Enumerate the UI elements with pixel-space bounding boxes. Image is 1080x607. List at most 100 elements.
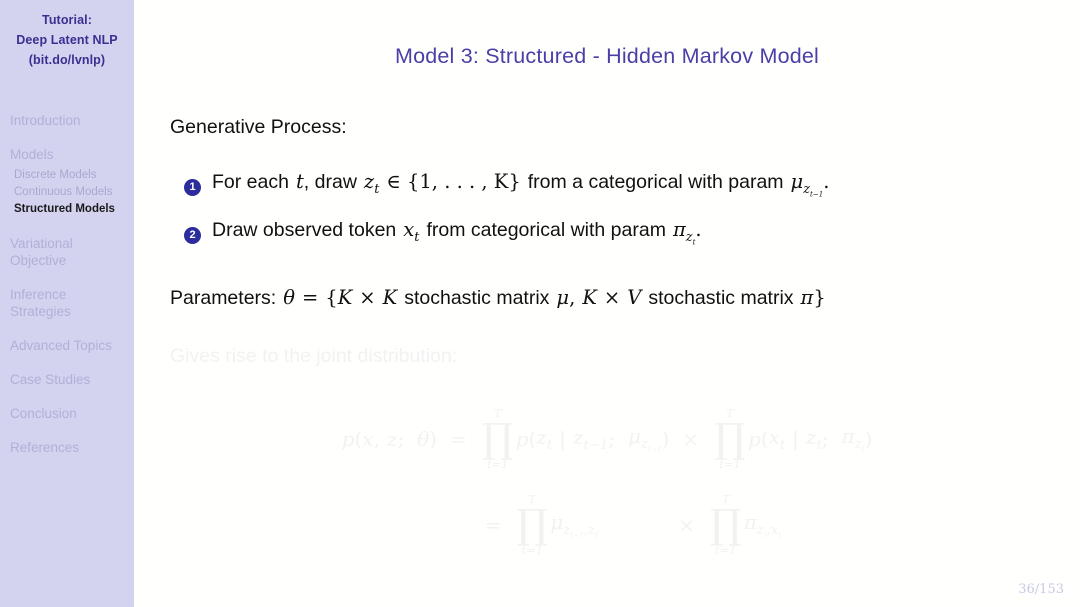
eq2-prod1-symbol: ∏ <box>516 502 549 548</box>
sidebar-item-structured-models[interactable]: Structured Models <box>0 201 134 218</box>
sidebar-item-label: Introduction <box>10 113 81 128</box>
parameters-k3: K <box>582 286 597 309</box>
parameters-equals: = <box>301 286 319 309</box>
eq2-product-2: T ∏ t=1 <box>709 492 742 557</box>
eq2-equals: = <box>484 513 502 537</box>
sidebar-item-case-studies[interactable]: Case Studies <box>0 371 134 388</box>
equation-line-1: p(x, z; θ) = T ∏ t=1 p(zt | zt−1; μzt−1) × T ∏ … <box>134 396 1080 482</box>
eq2-pi: πzt,xt <box>743 510 782 540</box>
eq2-term-1: μzt−1,zt <box>550 510 598 540</box>
parameters-close-brace: } <box>813 286 826 309</box>
item1-var-t: t <box>295 170 304 193</box>
eq1-theta: θ <box>417 427 430 451</box>
list-item: 2 Draw observed token xt from categorical … <box>184 218 702 246</box>
slide-content: Model 3: Structured - Hidden Markov Mode… <box>134 0 1080 607</box>
sidebar-title-line-3: (bit.do/lvnlp) <box>28 53 106 67</box>
sidebar-item-advanced-topics[interactable]: Advanced Topics <box>0 337 134 354</box>
sidebar-subitem-label: Discrete Models <box>14 169 97 181</box>
sidebar-item-inference-strategies[interactable]: Inference Strategies <box>0 286 134 320</box>
equation-line-2: = T ∏ t=1 μzt−1,zt × T ∏ t=1 πzt,xt <box>134 482 1080 568</box>
page-title: Model 3: Structured - Hidden Markov Mode… <box>394 44 820 68</box>
item1-var-z: zt <box>363 170 380 197</box>
parameters-stochastic-1: stochastic matrix <box>404 287 550 309</box>
parameters-line: Parameters: θ = {K × Kstochastic matrix μ, K × Vs… <box>170 286 826 310</box>
eq1-p: p <box>341 427 355 451</box>
sidebar-item-label: References <box>10 440 80 455</box>
sidebar-item-label: Conclusion <box>10 406 77 421</box>
parameters-comma: , <box>569 286 576 309</box>
eq1-semicolon-3: ; <box>821 426 829 451</box>
parameters-times-1: × <box>359 286 376 309</box>
item1-text-a: For each <box>212 171 289 193</box>
sidebar-item-label: Case Studies <box>10 372 91 387</box>
eq1-x: x <box>362 427 374 451</box>
page-number: 36/153 <box>1018 582 1064 597</box>
parameters-k2: K <box>382 286 398 309</box>
item1-set-membership: ∈ {1, . . . , K} <box>386 170 521 193</box>
list-bullet-1: 1 <box>184 179 201 196</box>
sidebar-subgroup-models: Discrete Models Continuous Models Struct… <box>0 167 134 218</box>
item1-text-b: , draw <box>303 171 357 193</box>
sidebar-item-label: Variational <box>10 236 73 251</box>
joint-distribution-equations: p(x, z; θ) = T ∏ t=1 p(zt | zt−1; μzt−1) × T ∏ … <box>134 396 1080 568</box>
sidebar-item-models[interactable]: Models <box>0 146 134 163</box>
eq1-prod2-lower: t=1 <box>719 457 741 471</box>
eq1-close-paren-3: ) <box>864 426 873 451</box>
sidebar-item-variational-objective[interactable]: Variational Objective <box>0 235 134 269</box>
sidebar-title: Tutorial: Deep Latent NLP (bit.do/lvnlp) <box>0 0 134 70</box>
eq1-open-paren: ( <box>354 427 363 451</box>
eq1-prod2-symbol: ∏ <box>714 416 746 462</box>
eq2-times-wrap: × <box>598 513 708 537</box>
eq1-equals: = <box>450 427 467 451</box>
eq1-times: × <box>682 426 700 451</box>
sidebar-item-label-2: Objective <box>10 253 67 268</box>
eq1-mid-1: | <box>559 426 566 451</box>
list-bullet-2: 2 <box>184 227 201 244</box>
parameters-k1: K <box>337 286 353 309</box>
parameters-open-brace: { <box>325 286 338 309</box>
sidebar-subitem-label: Continuous Models <box>14 186 113 198</box>
parameters-pi: π <box>800 286 814 309</box>
item1-period: . <box>823 170 830 193</box>
eq1-pi: πzt <box>841 424 865 454</box>
sidebar: Tutorial: Deep Latent NLP (bit.do/lvnlp)… <box>0 0 134 607</box>
item2-text-b: from categorical with param <box>426 219 666 241</box>
parameters-stochastic-2: stochastic matrix <box>648 287 794 309</box>
eq1-comma: , <box>373 427 380 451</box>
item2-text-a: Draw observed token <box>212 219 397 241</box>
eq2-prod2-lower: t=1 <box>715 543 737 557</box>
sidebar-item-discrete-models[interactable]: Discrete Models <box>0 167 134 184</box>
sidebar-item-references[interactable]: References <box>0 439 134 456</box>
item1-param-mu: μzt−1 <box>790 170 824 199</box>
eq1-term-2: p(xt | zt; πzt) <box>748 424 872 454</box>
eq1-open-paren-3: ( <box>760 426 769 451</box>
parameters-theta: θ <box>283 286 295 309</box>
sidebar-item-introduction[interactable]: Introduction <box>0 112 134 129</box>
list-item-text: For each t, draw zt ∈ {1, . . . , K} from a … <box>212 170 829 198</box>
eq2-product-1: T ∏ t=1 <box>516 492 549 557</box>
eq1-mu: μzt−1 <box>627 424 662 454</box>
sidebar-subitem-label: Structured Models <box>14 203 115 215</box>
sidebar-item-continuous-models[interactable]: Continuous Models <box>0 184 134 201</box>
eq1-xt: xt <box>768 424 786 453</box>
eq2-mu: μzt−1,zt <box>550 510 598 540</box>
sidebar-nav: Introduction Models Discrete Models Cont… <box>0 112 134 456</box>
equation-line-2-lhs: = <box>433 513 515 537</box>
sidebar-item-label-2: Strategies <box>10 304 71 319</box>
eq1-product-2: T ∏ t=1 <box>714 406 746 471</box>
eq1-semicolon: ; <box>397 427 405 451</box>
parameters-v: V <box>627 286 642 309</box>
sidebar-title-line-1: Tutorial: <box>42 13 92 27</box>
eq1-prod1-symbol: ∏ <box>481 416 514 462</box>
sidebar-title-line-2: Deep Latent NLP <box>16 33 118 47</box>
joint-distribution-note: Gives rise to the joint distribution: <box>170 345 458 367</box>
eq1-z: z <box>386 427 398 451</box>
eq2-prod1-lower: t=1 <box>521 543 544 557</box>
eq1-zt: zt <box>536 424 553 453</box>
eq1-close-paren: ) <box>429 427 438 451</box>
eq2-prod2-symbol: ∏ <box>709 502 742 548</box>
parameters-mu: μ <box>556 286 570 309</box>
eq1-product-1: T ∏ t=1 <box>481 406 514 471</box>
eq1-term-1: p(zt | zt−1; μzt−1) × <box>516 424 712 454</box>
sidebar-item-conclusion[interactable]: Conclusion <box>0 405 134 422</box>
